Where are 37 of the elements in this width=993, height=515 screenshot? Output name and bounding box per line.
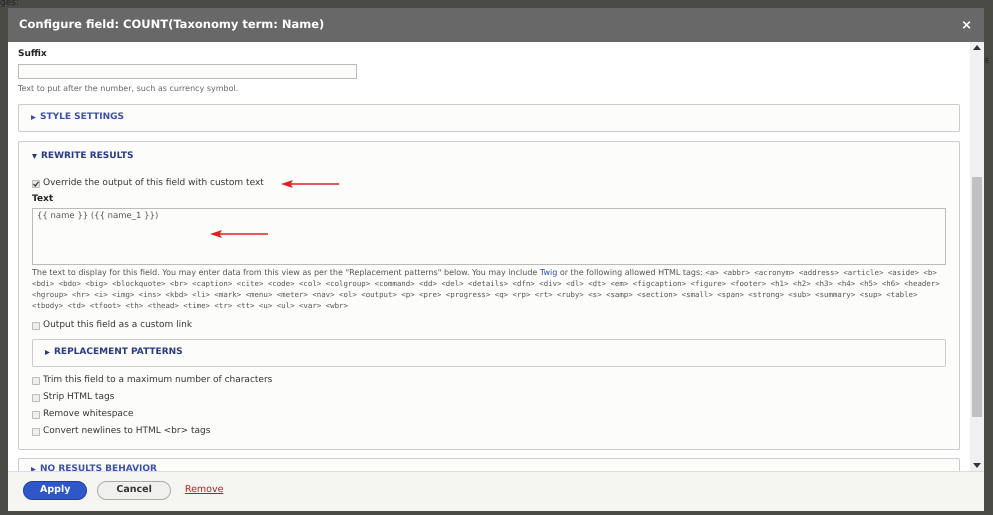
section-toggle[interactable]: STYLE SETTINGS xyxy=(31,110,124,124)
annotation-arrow xyxy=(280,180,339,188)
triangle-right-icon xyxy=(31,115,36,120)
help-text: Text to put after the number, such as currency symbol. xyxy=(18,82,240,94)
checkbox-label: Trim this field to a maximum number of characters xyxy=(43,374,272,387)
annotation-arrow xyxy=(210,230,268,238)
checkbox[interactable] xyxy=(32,180,40,188)
checkbox-label: Output this field as a custom link xyxy=(43,318,192,332)
field-label: Suffix xyxy=(18,48,48,61)
scroll-down-icon[interactable] xyxy=(973,463,981,468)
section-toggle[interactable]: REWRITE RESULTS xyxy=(32,150,134,163)
checkbox[interactable] xyxy=(32,410,40,418)
close-button[interactable]: × xyxy=(961,18,972,32)
scrollbar-thumb[interactable] xyxy=(972,176,982,416)
triangle-right-icon xyxy=(45,350,50,355)
checkbox-label: Strip HTML tags xyxy=(43,390,114,404)
checkbox[interactable] xyxy=(32,322,40,330)
checkbox[interactable] xyxy=(32,394,40,402)
triangle-right-icon xyxy=(31,466,36,471)
checkbox[interactable] xyxy=(32,428,40,436)
dialog-title: Configure field: COUNT(Taxonomy term: Name) xyxy=(19,16,324,34)
checkbox-label: Remove whitespace xyxy=(43,408,134,421)
dialog-button[interactable]: Cancel xyxy=(97,481,171,500)
checkmark-icon xyxy=(33,181,39,187)
twig-link[interactable]: Twig xyxy=(540,268,558,276)
triangle-down-icon xyxy=(32,154,37,159)
checkbox-label: Convert newlines to HTML <br> tags xyxy=(43,424,210,438)
section-toggle[interactable]: REPLACEMENT PATTERNS xyxy=(45,346,183,360)
remove-link[interactable]: Remove xyxy=(180,481,228,500)
section-toggle[interactable]: NO RESULTS BEHAVIOR xyxy=(31,462,157,471)
checkbox[interactable] xyxy=(32,376,40,384)
dialog-button[interactable]: Apply xyxy=(23,481,88,500)
text-area[interactable]: {{ name }} ({{ name_1 }}) xyxy=(32,208,946,264)
suffix-input[interactable] xyxy=(18,64,357,78)
field-label: Text xyxy=(32,193,54,206)
checkbox-label: Override the output of this field with custom text xyxy=(43,177,264,190)
scroll-up-icon[interactable] xyxy=(973,45,981,50)
